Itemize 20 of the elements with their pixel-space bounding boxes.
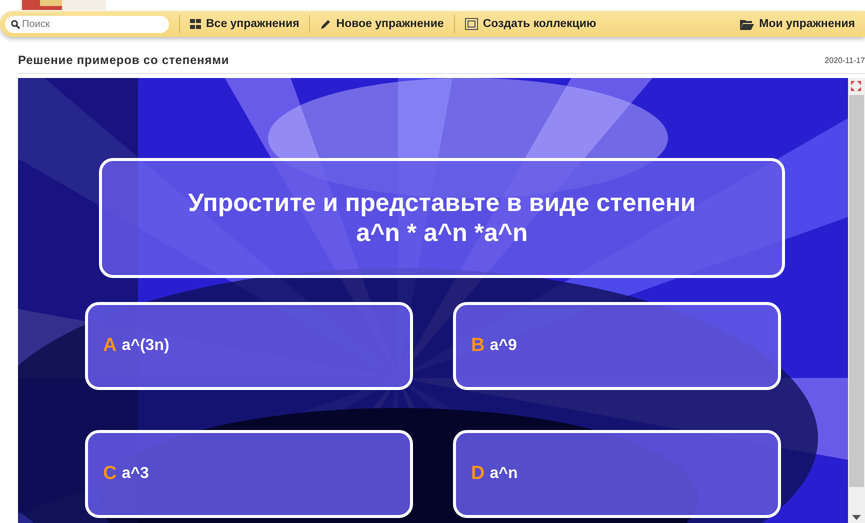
- toolbar-link[interactable]: Новое упражнение: [310, 18, 454, 30]
- scroll-down-icon[interactable]: [852, 515, 861, 520]
- search-icon: [11, 20, 20, 28]
- search-field[interactable]: Поиск: [5, 16, 169, 32]
- folder-icon: [740, 18, 754, 30]
- pencil-icon: [320, 18, 332, 30]
- grid-icon: [190, 19, 201, 29]
- scrollbar[interactable]: [848, 78, 865, 523]
- frame-icon: [464, 18, 478, 30]
- question-card: Упростите и представьте в виде степени a^n * a^n *a^n: [99, 158, 785, 278]
- toolbar-link[interactable]: Создать коллекцию: [454, 18, 606, 30]
- fullscreen-icon[interactable]: [851, 81, 861, 91]
- answer-option[interactable]: B a^9: [453, 302, 781, 390]
- date-label: 2020-11-17: [824, 56, 865, 64]
- toolbar-link[interactable]: Все упражнения: [180, 18, 310, 30]
- answer-option[interactable]: A a^(3n): [85, 302, 413, 390]
- answer-option[interactable]: D a^n: [453, 430, 781, 518]
- answer-option[interactable]: C a^3: [85, 430, 413, 518]
- toolbar-link[interactable]: Мои упражнения: [730, 18, 865, 30]
- exercise-title: Решение примеров со степенями: [18, 53, 230, 67]
